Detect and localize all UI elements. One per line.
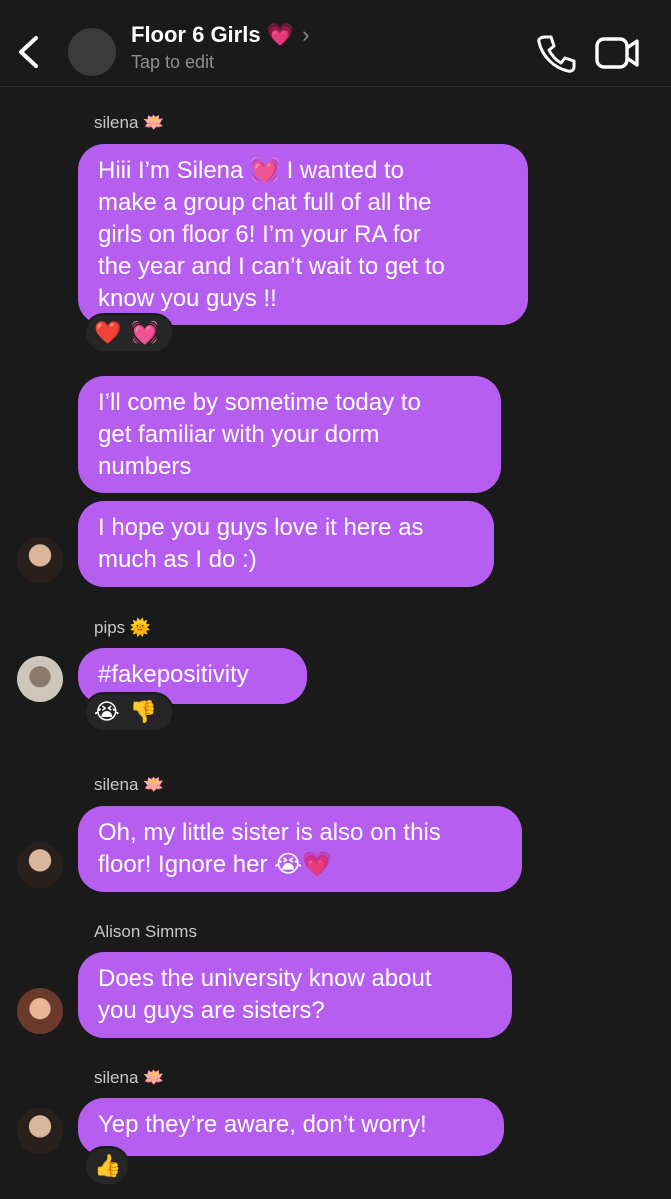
message-bubble[interactable]: Hiii I’m Silena 💓 I wanted to make a gro… (78, 144, 528, 325)
message-text: #fakepositivity (98, 661, 249, 688)
message-text: girls on floor 6! I’m your RA for (98, 221, 421, 248)
reactions-pill[interactable]: 👍 (84, 1146, 130, 1186)
reactions-pill[interactable]: ❤️ 💓 (84, 313, 174, 353)
group-avatar[interactable] (68, 28, 116, 76)
avatar[interactable] (17, 1108, 63, 1154)
message-bubble[interactable]: I’ll come by sometime today to get famil… (78, 376, 501, 493)
avatar[interactable] (17, 988, 63, 1034)
message-bubble[interactable]: Oh, my little sister is also on this flo… (78, 806, 522, 892)
message-text: Does the university know about (98, 965, 432, 992)
sender-name: silena 🪷 (94, 775, 165, 794)
message-bubble[interactable]: Does the university know about you guys … (78, 952, 512, 1038)
sender-name: pips 🌞 (94, 618, 152, 637)
message-text: make a group chat full of all the (98, 189, 432, 216)
avatar[interactable] (17, 656, 63, 702)
avatar[interactable] (17, 537, 63, 583)
sender-name: silena 🪷 (94, 1068, 165, 1087)
message-text: much as I do :) (98, 546, 257, 573)
phone-icon[interactable] (535, 33, 577, 73)
message-text: I hope you guys love it here as (98, 514, 424, 541)
reactions-pill[interactable]: 😭 👎 (84, 692, 174, 732)
message-text: numbers (98, 453, 192, 480)
chat-title[interactable]: Floor 6 Girls 💗 › (131, 22, 309, 48)
message-bubble[interactable]: Yep they’re aware, don’t worry! (78, 1098, 504, 1156)
message-text: floor! Ignore her 😭💗 (98, 851, 333, 878)
message-text: know you guys !! (98, 285, 277, 312)
message-text: get familiar with your dorm (98, 421, 380, 448)
tap-to-edit-label[interactable]: Tap to edit (131, 52, 214, 73)
message-text: you guys are sisters? (98, 997, 325, 1024)
message-bubble[interactable]: I hope you guys love it here as much as … (78, 501, 494, 587)
thumbs-up-reaction: 👍 (94, 1153, 122, 1178)
chevron-right-icon: › (302, 22, 310, 47)
message-text: Yep they’re aware, don’t worry! (98, 1111, 427, 1138)
video-camera-icon[interactable] (594, 35, 640, 71)
message-text: I’ll come by sometime today to (98, 389, 421, 416)
message-text: Hiii I’m Silena 💓 I wanted to (98, 157, 404, 184)
heart-reaction: 💓 (131, 320, 159, 345)
message-text: Oh, my little sister is also on this (98, 819, 441, 846)
sender-name: Alison Simms (94, 922, 197, 941)
avatar[interactable] (17, 842, 63, 888)
chevron-left-icon[interactable] (12, 30, 44, 74)
chat-header: Floor 6 Girls 💗 › Tap to edit (0, 0, 671, 87)
heart-reaction: ❤️ (94, 320, 122, 345)
thumbs-down-reaction: 👎 (129, 699, 158, 724)
message-text: the year and I can’t wait to get to (98, 253, 445, 280)
crying-face-reaction: 😭 (94, 699, 120, 724)
sender-name: silena 🪷 (94, 113, 165, 132)
